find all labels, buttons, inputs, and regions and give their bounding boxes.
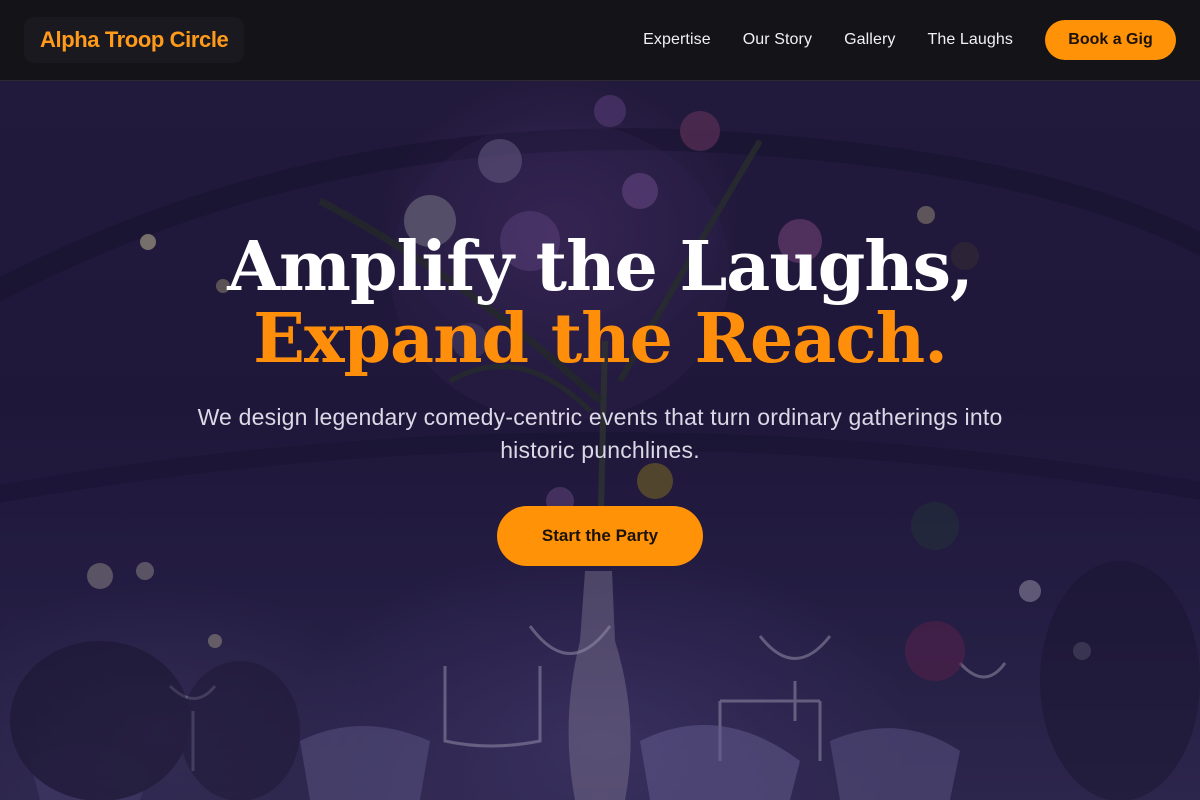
site-header: Alpha Troop Circle Expertise Our Story G… bbox=[0, 0, 1200, 81]
nav-link-gallery[interactable]: Gallery bbox=[844, 31, 895, 49]
nav-link-the-laughs[interactable]: The Laughs bbox=[927, 31, 1013, 49]
book-a-gig-button[interactable]: Book a Gig bbox=[1045, 20, 1176, 60]
hero-section: Amplify the Laughs, Expand the Reach. We… bbox=[0, 81, 1200, 800]
start-the-party-button[interactable]: Start the Party bbox=[497, 506, 703, 566]
hero-title-line-2: Expand the Reach. bbox=[253, 299, 948, 379]
nav-link-our-story[interactable]: Our Story bbox=[743, 31, 812, 49]
main-nav: Expertise Our Story Gallery The Laughs B… bbox=[643, 20, 1176, 60]
hero-subtitle: We design legendary comedy-centric event… bbox=[197, 404, 1003, 463]
nav-link-expertise[interactable]: Expertise bbox=[643, 31, 711, 49]
hero-content: Amplify the Laughs, Expand the Reach. We… bbox=[0, 81, 1200, 800]
hero-title: Amplify the Laughs, Expand the Reach. bbox=[0, 231, 1200, 375]
brand-logo[interactable]: Alpha Troop Circle bbox=[24, 17, 245, 63]
hero-title-line-1: Amplify the Laughs, bbox=[227, 227, 973, 307]
